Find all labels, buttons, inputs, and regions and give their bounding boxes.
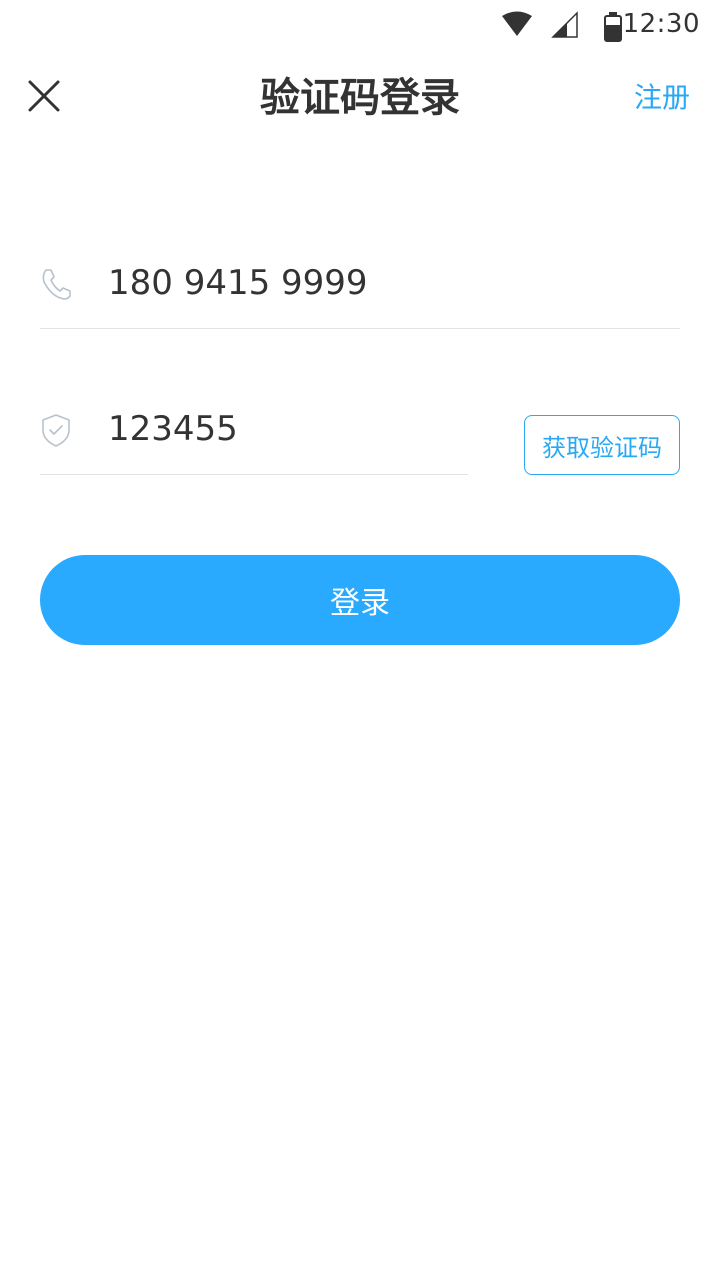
phone-input[interactable] [108, 258, 448, 308]
battery-icon [603, 11, 623, 47]
wifi-icon [500, 10, 534, 42]
shield-check-icon [40, 412, 72, 448]
status-bar: 12:30 [0, 0, 720, 50]
status-time: 12:30 [622, 9, 700, 39]
signal-icon [550, 10, 580, 44]
header: 验证码登录 注册 [0, 50, 720, 146]
get-code-button[interactable]: 获取验证码 [524, 415, 680, 475]
phone-icon [40, 266, 72, 302]
code-field-row [40, 386, 468, 475]
code-input[interactable] [108, 404, 448, 454]
login-button[interactable]: 登录 [40, 555, 680, 645]
phone-field-row [40, 240, 680, 329]
login-screen: 12:30 验证码登录 注册 180 9415 9999 123455 获取验证… [0, 0, 720, 1280]
register-link[interactable]: 注册 [634, 78, 690, 118]
page-title: 验证码登录 [260, 75, 460, 121]
